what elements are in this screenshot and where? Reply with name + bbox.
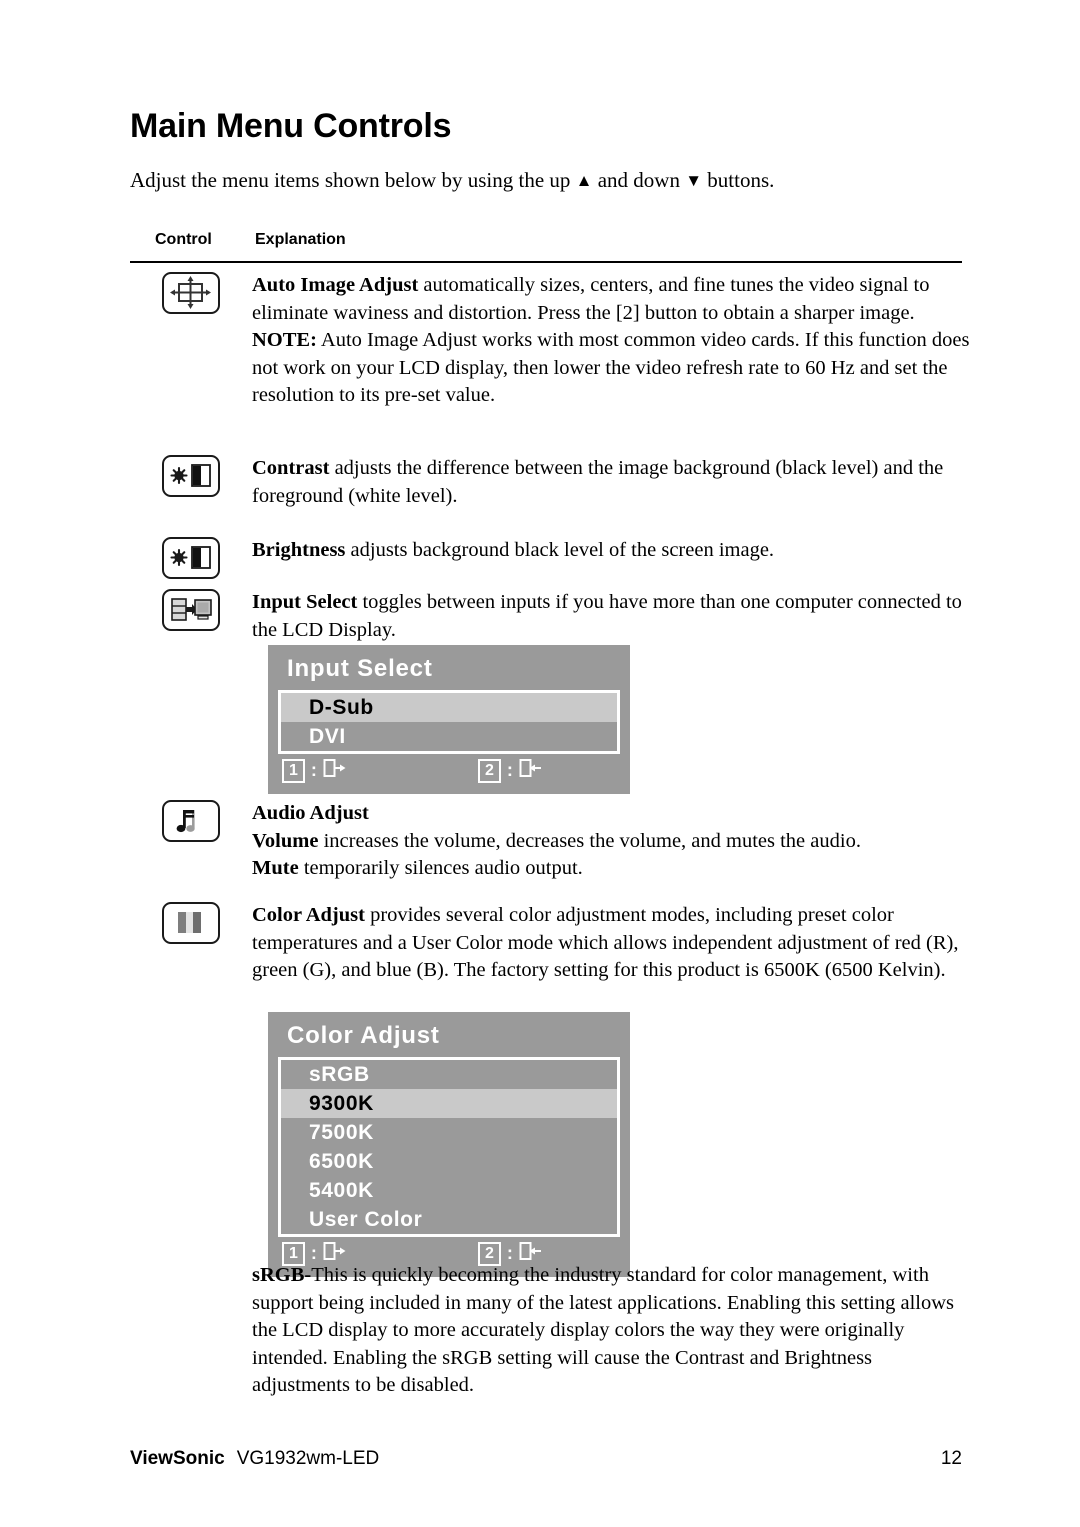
input-select-text: Input Select toggles between inputs if y… [252,589,970,644]
footer-brand: ViewSonic [130,1448,225,1469]
mute-term: Mute [252,857,299,879]
auto-image-adjust-term: Auto Image Adjust [252,274,419,296]
osd-item-9300k[interactable]: 9300K [281,1089,617,1118]
contrast-body: adjusts the difference between the image… [252,457,944,507]
color-adjust-icon [162,902,220,944]
audio-adjust-icon [162,800,220,842]
osd-item-7500k[interactable]: 7500K [281,1118,617,1147]
exit-icon [323,758,347,783]
srgb-term: sRGB- [252,1264,312,1286]
auto-image-adjust-text: Auto Image Adjust automatically sizes, c… [252,272,970,410]
input-select-body: toggles between inputs if you have more … [252,591,962,641]
srgb-body: This is quickly becoming the industry st… [252,1264,955,1396]
audio-adjust-text: Audio Adjust Volume increases the volume… [252,800,970,883]
osd-key-2-cap: 2 [478,758,501,783]
mute-body: temporarily silences audio output. [298,857,583,879]
intro-text-middle: and down [592,168,686,192]
osd-key-1-cap: 1 [282,758,305,783]
osd-item-srgb[interactable]: sRGB [281,1060,617,1089]
intro-text-before: Adjust the menu items shown below by usi… [130,168,576,192]
osd-color-adjust-title: Color Adjust [287,1022,440,1049]
osd-item-user-color[interactable]: User Color [281,1205,617,1234]
osd-key-1-separator: : [310,1243,317,1263]
intro-text-after: buttons. [702,168,775,192]
osd-key-1-separator: : [310,760,317,780]
brightness-text: Brightness adjusts background black leve… [252,537,970,565]
input-select-term: Input Select [252,591,358,613]
auto-image-adjust-note-body: Auto Image Adjust works with most common… [252,329,970,406]
auto-image-adjust-note-label: NOTE: [252,329,317,351]
volume-body: increases the volume, decreases the volu… [318,829,861,852]
srgb-text: sRGB-This is quickly becoming the indust… [252,1262,970,1400]
osd-key-1[interactable]: 1 : [282,758,347,783]
osd-item-5400k[interactable]: 5400K [281,1176,617,1205]
manual-page: Main Menu Controls Adjust the menu items… [0,0,1080,1527]
osd-color-adjust-list[interactable]: sRGB 9300K 7500K 6500K 5400K User Color [278,1057,620,1237]
osd-input-select-title: Input Select [287,655,433,682]
brightness-icon [162,537,220,579]
osd-key-2-separator: : [506,760,513,780]
footer-model: VG1932wm-LED [236,1448,380,1469]
color-adjust-text: Color Adjust provides several color adju… [252,902,970,985]
contrast-term: Contrast [252,457,330,479]
intro-paragraph: Adjust the menu items shown below by usi… [130,167,970,194]
osd-key-2[interactable]: 2 : [478,758,543,783]
page-title: Main Menu Controls [130,107,452,145]
osd-input-select-list[interactable]: D-Sub DVI [278,690,620,754]
contrast-text: Contrast adjusts the difference between … [252,455,970,510]
page-footer: ViewSonic VG1932wm-LED 12 [130,1448,962,1470]
volume-term: Volume [252,829,319,852]
column-header-control: Control [155,231,212,248]
input-select-icon [162,589,220,631]
footer-page-number: 12 [940,1448,962,1469]
brightness-body: adjusts background black level of the sc… [345,539,775,561]
osd-input-select-footer: 1 : 2 : [278,757,620,787]
up-arrow-icon: ▲ [575,171,593,190]
audio-adjust-heading: Audio Adjust [252,802,369,824]
header-divider [130,261,962,263]
auto-image-adjust-icon [162,272,220,314]
column-header-explanation: Explanation [255,231,346,248]
contrast-icon [162,455,220,497]
osd-item-d-sub[interactable]: D-Sub [281,693,617,722]
brightness-term: Brightness [252,539,346,561]
osd-item-dvi[interactable]: DVI [281,722,617,751]
down-arrow-icon: ▼ [685,171,703,190]
osd-key-2-separator: : [506,1243,513,1263]
osd-item-6500k[interactable]: 6500K [281,1147,617,1176]
color-adjust-term: Color Adjust [252,904,365,926]
enter-icon [519,758,543,783]
osd-input-select[interactable]: Input Select D-Sub DVI 1 : 2 : [268,645,630,794]
osd-color-adjust[interactable]: Color Adjust sRGB 9300K 7500K 6500K 5400… [268,1012,630,1277]
